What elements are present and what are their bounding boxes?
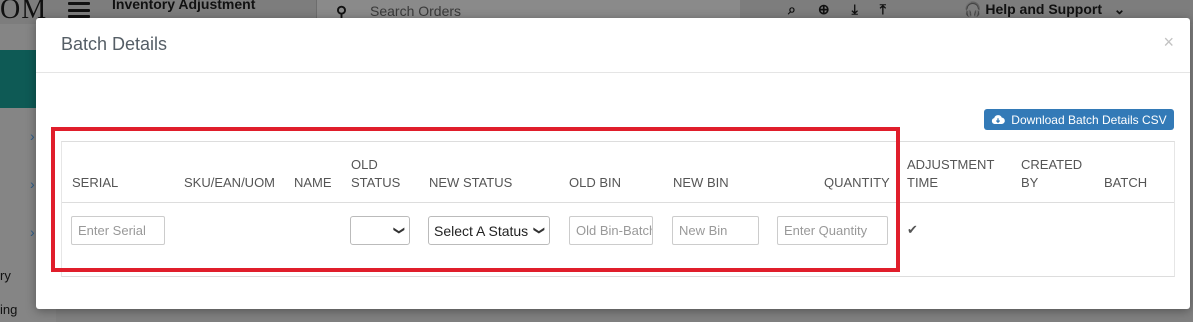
header-serial: SERIAL — [72, 175, 119, 190]
header-name: NAME — [294, 175, 332, 190]
header-old-bin: OLD BIN — [569, 175, 622, 190]
new-status-select[interactable]: Select A Status ❯ — [428, 216, 550, 245]
hamburger-menu-icon[interactable] — [68, 2, 90, 18]
header-new-status: NEW STATUS — [429, 175, 513, 190]
help-support-menu[interactable]: 🎧 Help and Support ⌄ — [964, 1, 1125, 18]
header-divider — [62, 202, 1174, 203]
header-created-by-line2: BY — [1021, 175, 1039, 190]
download-icon[interactable]: ⤓ — [852, 1, 858, 18]
header-old-status-line2: STATUS — [351, 175, 401, 190]
header-quantity: QUANTITY — [824, 175, 890, 190]
download-button-label: Download Batch Details CSV — [1011, 112, 1167, 127]
chevron-down-icon: ❯ — [392, 225, 405, 236]
new-status-value: Select A Status — [434, 222, 529, 239]
modal-header: Batch Details × — [36, 18, 1190, 73]
chevron-right-icon[interactable]: › — [30, 224, 35, 240]
search-input[interactable]: Search Orders — [370, 3, 461, 19]
header-created-by-line1: CREATED — [1021, 157, 1083, 172]
close-icon[interactable]: × — [1163, 32, 1174, 53]
old-status-select[interactable]: ❯ — [350, 216, 410, 245]
upload-icon[interactable]: ⤒ — [880, 1, 886, 18]
modal-title: Batch Details — [61, 34, 168, 54]
toolbar-icons: ⌕ ⊕ ⤓ ⤒ — [788, 1, 886, 18]
check-icon: ✔ — [907, 222, 918, 237]
header-adjustment-time-line2: TIME — [907, 175, 939, 190]
header-sku: SKU/EAN/UOM — [184, 175, 276, 190]
help-support-label: Help and Support — [985, 1, 1102, 17]
sidebar-item-label: ry — [0, 268, 11, 283]
quantity-input[interactable]: Enter Quantity — [777, 216, 888, 245]
search-plus-icon[interactable]: ⌕ — [788, 1, 796, 18]
chevron-right-icon[interactable]: › — [30, 176, 35, 192]
batch-table: SERIAL SKU/EAN/UOM NAME OLD STATUS NEW S… — [61, 141, 1175, 277]
chevron-down-icon: ❯ — [532, 225, 545, 236]
chevron-right-icon[interactable]: › — [30, 128, 35, 144]
new-bin-input[interactable]: New Bin — [672, 216, 759, 245]
header-old-status-line1: OLD — [351, 157, 378, 172]
header-new-bin: NEW BIN — [673, 175, 729, 190]
header-adjustment-time-line1: ADJUSTMENT — [907, 157, 995, 172]
serial-input[interactable]: Enter Serial — [71, 216, 165, 245]
add-circle-icon[interactable]: ⊕ — [818, 1, 830, 18]
sidebar-item-label: ing — [0, 302, 18, 317]
download-batch-csv-button[interactable]: Download Batch Details CSV — [984, 109, 1174, 130]
header-batch: BATCH — [1104, 175, 1148, 190]
old-bin-input[interactable]: Old Bin-Batch — [569, 216, 653, 245]
page-title: Inventory Adjustment — [112, 0, 256, 12]
cloud-download-icon — [991, 114, 1006, 125]
batch-details-modal: Batch Details × Download Batch Details C… — [36, 18, 1190, 309]
